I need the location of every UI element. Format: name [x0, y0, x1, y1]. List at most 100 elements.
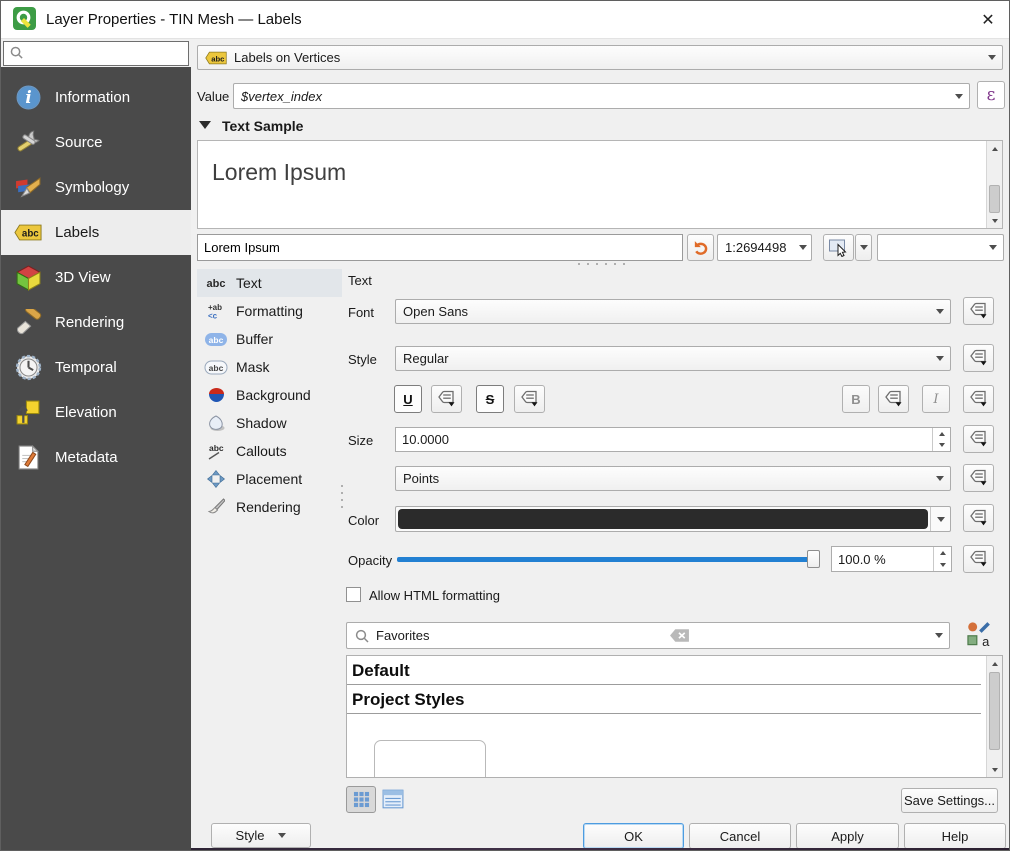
map-scale-menu-button[interactable]	[855, 234, 872, 261]
tab-text[interactable]: abc Text	[197, 269, 342, 297]
set-to-map-scale-button[interactable]	[823, 234, 854, 261]
cancel-button[interactable]: Cancel	[689, 823, 791, 849]
opacity-slider-track[interactable]	[397, 557, 819, 562]
scroll-down-icon[interactable]	[987, 213, 1002, 228]
size-spinbox[interactable]: 10.0000	[395, 427, 951, 452]
spin-up-icon[interactable]	[933, 428, 950, 440]
opacity-label: Opacity	[348, 553, 392, 568]
properties-search-input[interactable]	[28, 47, 188, 61]
tab-background[interactable]: Background	[197, 381, 342, 409]
title-bar: Layer Properties - TIN Mesh — Labels ✕	[1, 1, 1010, 39]
tab-shadow[interactable]: Shadow	[197, 409, 342, 437]
metadata-icon	[14, 444, 42, 471]
font-style-override-button[interactable]	[963, 344, 994, 372]
scroll-thumb[interactable]	[989, 672, 1000, 750]
sidebar-item-information[interactable]: i Information	[1, 75, 191, 120]
sample-text-input[interactable]	[204, 240, 682, 255]
sample-scale-combo[interactable]: 1:2694498	[717, 234, 812, 261]
spin-down-icon[interactable]	[934, 559, 951, 571]
color-widget	[395, 506, 951, 532]
list-view-button[interactable]	[382, 789, 404, 812]
style-preview-card[interactable]	[374, 740, 486, 778]
sidebar-item-metadata[interactable]: Metadata	[1, 435, 191, 480]
size-override-button[interactable]	[963, 425, 994, 453]
ok-button[interactable]: OK	[583, 823, 684, 849]
map-canvas-cursor-icon	[828, 238, 849, 257]
opacity-slider-handle[interactable]	[807, 550, 820, 568]
spin-down-icon[interactable]	[933, 440, 950, 452]
styles-section-project[interactable]: Project Styles	[347, 685, 981, 714]
style-filter-combo[interactable]: Favorites	[346, 622, 950, 649]
opacity-override-button[interactable]	[963, 545, 994, 573]
opacity-spinbox[interactable]: 100.0 %	[831, 546, 952, 572]
strikethrough-override-button[interactable]	[514, 385, 545, 413]
reset-sample-button[interactable]	[687, 234, 714, 261]
formatting-tab-icon: +ab<c	[204, 302, 228, 320]
styles-section-default[interactable]: Default	[347, 656, 981, 685]
size-unit-select[interactable]: Points	[395, 466, 951, 491]
sample-preview-scrollbar[interactable]	[986, 141, 1002, 228]
bold-override-button[interactable]	[878, 385, 909, 413]
tab-callouts[interactable]: abc Callouts	[197, 437, 342, 465]
tab-label: Buffer	[236, 331, 273, 347]
collapse-arrow-icon[interactable]	[199, 121, 211, 129]
chevron-down-icon	[930, 467, 950, 490]
sidebar-item-elevation[interactable]: Elevation	[1, 390, 191, 435]
sidebar-item-labels[interactable]: abc Labels	[1, 210, 191, 255]
italic-button[interactable]: I	[922, 385, 950, 413]
underline-override-button[interactable]	[431, 385, 462, 413]
style-menu-button[interactable]: Style	[211, 823, 311, 848]
text-tab-icon: abc	[204, 276, 228, 290]
tab-rendering[interactable]: Rendering	[197, 493, 342, 521]
grid-view-button[interactable]	[346, 786, 376, 813]
sidebar-item-symbology[interactable]: Symbology	[1, 165, 191, 210]
data-defined-override-icon	[969, 508, 988, 526]
sidebar-item-label: 3D View	[55, 269, 111, 286]
information-icon: i	[14, 84, 42, 111]
spin-up-icon[interactable]	[934, 547, 951, 559]
sidebar-item-rendering[interactable]: Rendering	[1, 300, 191, 345]
scroll-up-icon[interactable]	[987, 656, 1002, 671]
labeling-mode-select[interactable]: abc Labels on Vertices	[197, 45, 1003, 70]
apply-button[interactable]: Apply	[796, 823, 899, 849]
sidebar-item-source[interactable]: Source	[1, 120, 191, 165]
scroll-up-icon[interactable]	[987, 141, 1002, 156]
tab-buffer[interactable]: abc Buffer	[197, 325, 342, 353]
tab-label: Placement	[236, 471, 302, 487]
close-button[interactable]: ✕	[965, 1, 1010, 39]
sidebar-item-temporal[interactable]: Temporal	[1, 345, 191, 390]
styles-list-scrollbar[interactable]	[986, 656, 1002, 777]
value-expression-combo[interactable]: $vertex_index	[233, 83, 970, 109]
font-select[interactable]: Open Sans	[395, 299, 951, 324]
underline-button[interactable]: U	[394, 385, 422, 413]
sidebar-item-label: Information	[55, 89, 130, 106]
size-unit-override-button[interactable]	[963, 464, 994, 492]
grid-view-icon	[353, 791, 370, 808]
tab-placement[interactable]: Placement	[197, 465, 342, 493]
scroll-down-icon[interactable]	[987, 762, 1002, 777]
style-manager-icon: a	[965, 621, 991, 647]
help-button[interactable]: Help	[904, 823, 1006, 849]
sidebar-item-3d-view[interactable]: 3D View	[1, 255, 191, 300]
tab-mask[interactable]: abc Mask	[197, 353, 342, 381]
allow-html-checkbox[interactable]	[346, 587, 361, 602]
save-settings-button[interactable]: Save Settings...	[901, 788, 998, 813]
font-style-select[interactable]: Regular	[395, 346, 951, 371]
tab-formatting[interactable]: +ab<c Formatting	[197, 297, 342, 325]
sample-background-combo[interactable]	[877, 234, 1004, 261]
bold-button[interactable]: B	[842, 385, 870, 413]
horizontal-splitter-handle[interactable]	[578, 263, 625, 265]
scroll-thumb[interactable]	[989, 185, 1000, 213]
font-value: Open Sans	[403, 304, 468, 319]
italic-override-button[interactable]	[963, 385, 994, 413]
font-override-button[interactable]	[963, 297, 994, 325]
text-group-label: Text	[348, 273, 372, 288]
data-defined-override-icon	[969, 348, 988, 366]
color-menu-arrow[interactable]	[930, 507, 950, 531]
style-manager-button[interactable]: a	[965, 621, 991, 650]
expression-builder-button[interactable]: ε	[977, 81, 1005, 109]
color-override-button[interactable]	[963, 504, 994, 532]
color-swatch[interactable]	[398, 509, 928, 529]
clear-filter-icon[interactable]	[669, 628, 690, 643]
strikethrough-button[interactable]: S	[476, 385, 504, 413]
